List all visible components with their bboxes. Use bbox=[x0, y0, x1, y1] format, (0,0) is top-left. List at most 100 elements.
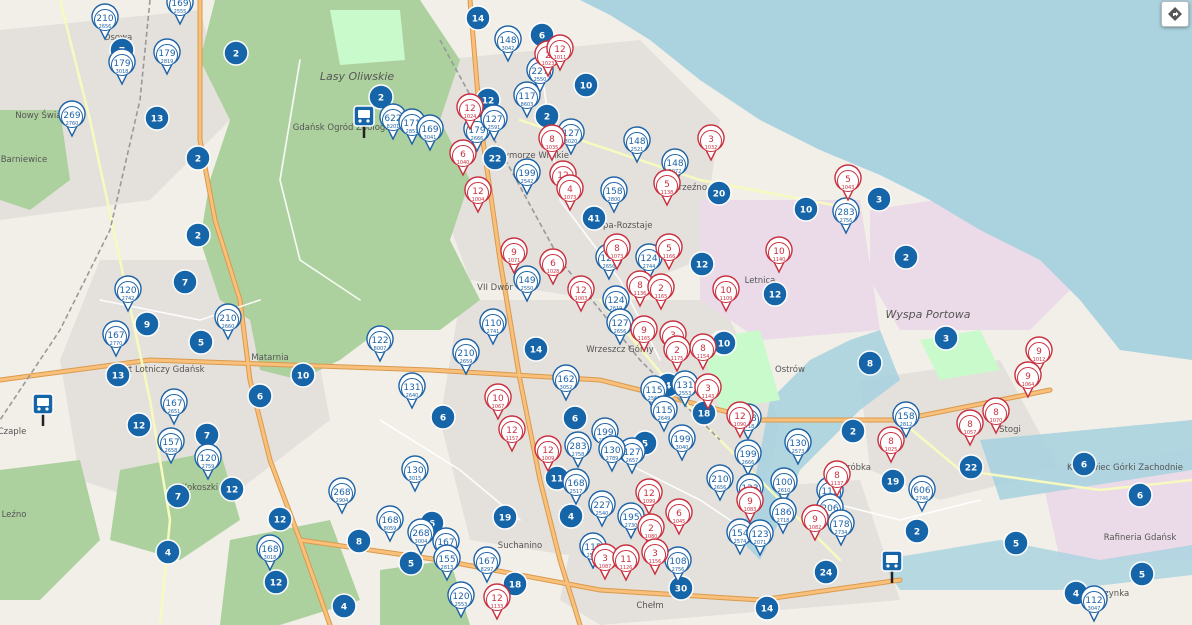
pin-line-number: 9 bbox=[511, 248, 517, 258]
pin-line-number: 130 bbox=[789, 439, 806, 449]
pin-stop-code: 8297 bbox=[481, 567, 494, 573]
stop-cluster[interactable]: 14 bbox=[523, 336, 549, 362]
stop-cluster[interactable]: 5 bbox=[1003, 530, 1029, 556]
stop-cluster[interactable]: 10 bbox=[290, 362, 316, 388]
stop-cluster[interactable]: 8 bbox=[346, 528, 372, 554]
stop-cluster[interactable]: 2 bbox=[185, 222, 211, 248]
stop-cluster[interactable]: 2 bbox=[840, 418, 866, 444]
pin-line-number: 117 bbox=[518, 92, 535, 102]
pin-line-number: 5 bbox=[666, 244, 672, 254]
stop-cluster[interactable]: 19 bbox=[880, 468, 906, 494]
stop-cluster[interactable]: 13 bbox=[144, 105, 170, 131]
stop-cluster[interactable]: 9 bbox=[134, 311, 160, 337]
pin-line-number: 168 bbox=[261, 545, 278, 555]
stop-cluster[interactable]: 12 bbox=[267, 506, 293, 532]
pin-line-number: 148 bbox=[499, 36, 516, 46]
stop-cluster[interactable]: 22 bbox=[958, 454, 984, 480]
stop-cluster[interactable]: 2 bbox=[534, 103, 560, 129]
pin-stop-code: 2760 bbox=[66, 121, 79, 127]
pin-stop-code: 3052 bbox=[560, 385, 573, 391]
stop-cluster[interactable]: 12 bbox=[219, 476, 245, 502]
cluster-count: 5 bbox=[408, 560, 414, 570]
pin-stop-code: 1028 bbox=[547, 269, 560, 275]
stop-cluster[interactable]: 3 bbox=[866, 186, 892, 212]
stop-cluster[interactable]: 18 bbox=[691, 400, 717, 426]
stop-cluster[interactable]: 3 bbox=[933, 325, 959, 351]
stop-cluster[interactable]: 4 bbox=[331, 593, 357, 619]
stop-cluster[interactable]: 20 bbox=[706, 180, 732, 206]
pin-stop-code: 1157 bbox=[506, 436, 519, 442]
place-label: VII Dwór bbox=[477, 282, 513, 293]
stop-cluster[interactable]: 5 bbox=[188, 329, 214, 355]
pin-stop-code: 8007 bbox=[374, 346, 387, 352]
pin-stop-code: 1064 bbox=[1022, 382, 1035, 388]
pin-line-number: 12 bbox=[643, 489, 654, 499]
directions-button[interactable] bbox=[1161, 1, 1189, 27]
cluster-count: 6 bbox=[1137, 492, 1143, 502]
pin-line-number: 5 bbox=[845, 175, 851, 185]
stop-cluster[interactable]: 12 bbox=[762, 281, 788, 307]
stop-cluster[interactable]: 10 bbox=[573, 72, 599, 98]
cluster-count: 18 bbox=[509, 581, 522, 591]
cluster-count: 7 bbox=[182, 279, 188, 289]
stop-cluster[interactable]: 2 bbox=[893, 244, 919, 270]
stop-cluster[interactable]: 2 bbox=[185, 145, 211, 171]
stop-cluster[interactable]: 12 bbox=[126, 412, 152, 438]
stop-cluster[interactable]: 13 bbox=[105, 362, 131, 388]
stop-cluster[interactable]: 7 bbox=[172, 269, 198, 295]
stop-cluster[interactable]: 41 bbox=[581, 205, 607, 231]
cluster-count: 5 bbox=[1013, 540, 1019, 550]
pin-line-number: 6 bbox=[676, 509, 682, 519]
place-label: Lasy Oliwskie bbox=[320, 70, 395, 83]
pin-line-number: 3 bbox=[652, 549, 658, 559]
stop-cluster[interactable]: 2 bbox=[223, 40, 249, 66]
stop-cluster[interactable]: 6 bbox=[1127, 482, 1153, 508]
pin-stop-code: 2734 bbox=[835, 530, 848, 536]
cluster-count: 8 bbox=[356, 538, 362, 548]
stop-cluster[interactable]: 8 bbox=[857, 350, 883, 376]
stop-cluster[interactable]: 6 bbox=[1071, 451, 1097, 477]
pin-line-number: 158 bbox=[605, 187, 622, 197]
stop-cluster[interactable]: 2 bbox=[904, 518, 930, 544]
pin-stop-code: 2574 bbox=[734, 539, 747, 545]
pin-stop-code: 1025 bbox=[885, 447, 898, 453]
pin-stop-code: 3042 bbox=[502, 46, 515, 52]
stop-cluster[interactable]: 5 bbox=[1129, 561, 1155, 587]
stop-cluster[interactable]: 14 bbox=[754, 595, 780, 621]
stop-cluster[interactable]: 12 bbox=[689, 251, 715, 277]
stop-cluster[interactable]: 4 bbox=[155, 539, 181, 565]
stop-cluster[interactable]: 6 bbox=[430, 404, 456, 430]
cluster-count: 10 bbox=[580, 82, 593, 92]
stop-cluster[interactable]: 14 bbox=[465, 5, 491, 31]
pin-stop-code: 2656 bbox=[614, 329, 627, 335]
stop-cluster[interactable]: 12 bbox=[263, 569, 289, 595]
stop-cluster[interactable]: 10 bbox=[793, 196, 819, 222]
stop-cluster[interactable]: 22 bbox=[482, 145, 508, 171]
cluster-count: 2 bbox=[544, 113, 550, 123]
stop-cluster[interactable]: 19 bbox=[492, 504, 518, 530]
place-label: Leźno bbox=[2, 510, 27, 520]
cluster-count: 2 bbox=[850, 428, 856, 438]
pin-line-number: 9 bbox=[747, 497, 753, 507]
stop-cluster[interactable]: 4 bbox=[558, 503, 584, 529]
stop-cluster[interactable]: 7 bbox=[165, 483, 191, 509]
pin-stop-code: 2746 bbox=[916, 496, 929, 502]
stop-cluster[interactable]: 5 bbox=[398, 550, 424, 576]
stop-cluster[interactable]: 6 bbox=[562, 405, 588, 431]
pin-line-number: 6 bbox=[460, 150, 466, 160]
stop-cluster[interactable]: 6 bbox=[247, 383, 273, 409]
stop-cluster[interactable]: 24 bbox=[813, 559, 839, 585]
pin-line-number: 12 bbox=[734, 412, 745, 422]
pin-stop-code: 2789 bbox=[606, 456, 619, 462]
cluster-count: 6 bbox=[539, 32, 545, 42]
pin-stop-code: 1137 bbox=[831, 481, 844, 487]
city-map[interactable]: OsowaNowy ŚwiatBarniewiceMatarniaLasy Ol… bbox=[0, 0, 1192, 625]
cluster-count: 22 bbox=[489, 155, 502, 165]
pin-stop-code: 1136 bbox=[634, 291, 647, 297]
cluster-count: 12 bbox=[274, 516, 287, 526]
cluster-count: 10 bbox=[718, 340, 731, 350]
cluster-count: 20 bbox=[713, 190, 726, 200]
cluster-count: 11 bbox=[551, 475, 564, 485]
stop-cluster[interactable]: 30 bbox=[668, 575, 694, 601]
place-label: Czaple bbox=[0, 427, 26, 437]
